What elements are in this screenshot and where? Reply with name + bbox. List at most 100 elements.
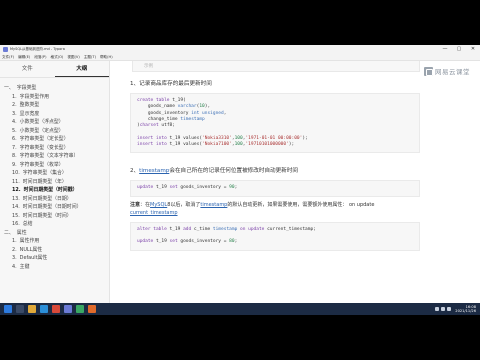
- app-icon-orange[interactable]: [88, 305, 96, 313]
- menu-file[interactable]: 文件(F): [2, 55, 14, 60]
- outline-item-number: 2.: [12, 102, 17, 108]
- outline-item-number: 11.: [12, 178, 20, 185]
- outline-item-label: 时间日期类型（日期时间）: [22, 204, 82, 210]
- menu-format[interactable]: 格式(O): [51, 55, 64, 60]
- outline-item-number: 二、: [4, 229, 14, 236]
- outline-item[interactable]: 4. 主键: [4, 263, 109, 272]
- outline-item-label: 主键: [19, 263, 30, 270]
- outline-item-label: 小数类型（浮点型）: [19, 119, 64, 125]
- outline-item-number: 10.: [12, 170, 20, 176]
- link-mysql[interactable]: MySQL: [150, 202, 167, 208]
- link-timestamp[interactable]: timestamp: [139, 168, 169, 174]
- typora-taskbar-icon[interactable]: [64, 305, 72, 313]
- outline-item[interactable]: 14. 时间日期类型（日期时间）: [4, 203, 109, 212]
- outline-item-label: 时间日期类型（时间）: [22, 212, 72, 219]
- code-block-create-table[interactable]: create table t_19( goods_name varchar(10…: [130, 93, 420, 154]
- outline-item-number: 12.: [12, 187, 21, 193]
- outline-item-label: 时间日期类型（日期）: [22, 195, 72, 202]
- editor-pane[interactable]: 示例 1、记录商品库存的最后更新时间 create table t_19( go…: [110, 61, 480, 315]
- network-icon[interactable]: [435, 307, 440, 311]
- outline-item[interactable]: 1. 字段类型作用: [4, 93, 109, 102]
- sidebar: 文件 大纲 一、 字段类型 1. 字段类型作用 2. 整数类型 3. 显示宽度 4. 小数类型（浮…: [0, 61, 110, 315]
- outline-item[interactable]: 12. 时间日期类型（时间戳）: [4, 186, 109, 195]
- logo-icon: [424, 66, 433, 76]
- outline-item-number: 一、: [4, 85, 14, 91]
- outline-item-label: 字符串类型（定长型）: [19, 136, 69, 142]
- input-method-icon[interactable]: [447, 307, 452, 311]
- outline-item-number: 7.: [12, 144, 17, 151]
- sidebar-tabs: 文件 大纲: [0, 61, 109, 78]
- start-button-icon[interactable]: [4, 305, 12, 313]
- outline-item[interactable]: 5. 小数类型（定点型）: [4, 127, 109, 136]
- outline-item-label: NULL属性: [19, 246, 43, 253]
- code-block-alter-table[interactable]: alter table t_19 add c_time timestamp on…: [130, 221, 420, 251]
- code-block-update[interactable]: update t_19 set goods_inventory = 90;: [130, 180, 420, 197]
- code-language-tag[interactable]: 示例: [144, 63, 153, 69]
- window-controls: — ▢ ✕: [438, 45, 480, 54]
- browser-icon[interactable]: [40, 305, 48, 313]
- outline-item[interactable]: 4. 小数类型（浮点型）: [4, 118, 109, 127]
- tab-outline[interactable]: 大纲: [54, 61, 109, 77]
- outline-item[interactable]: 3. 显示宽度: [4, 110, 109, 119]
- outline-list: 一、 字段类型 1. 字段类型作用 2. 整数类型 3. 显示宽度 4. 小数类型（浮点型） 5. 小…: [0, 78, 109, 271]
- window-body: 文件 大纲 一、 字段类型 1. 字段类型作用 2. 整数类型 3. 显示宽度 4. 小数类型（浮…: [0, 61, 480, 315]
- outline-item-number: 4.: [12, 119, 17, 125]
- outline-item[interactable]: 2. NULL属性: [4, 246, 109, 255]
- typora-app-icon: [3, 47, 8, 52]
- menu-paragraph[interactable]: 段落(P): [34, 55, 46, 60]
- outline-item-number: 6.: [12, 136, 17, 142]
- outline-item[interactable]: 15. 时间日期类型（时间）: [4, 212, 109, 221]
- outline-item-number: 1.: [12, 238, 17, 244]
- outline-item[interactable]: 6. 字符串类型（定长型）: [4, 135, 109, 144]
- outline-item[interactable]: 13. 时间日期类型（日期）: [4, 195, 109, 204]
- outline-item-label: 小数类型（定点型）: [19, 127, 64, 134]
- outline-item[interactable]: 7. 字符串类型（变长型）: [4, 144, 109, 153]
- menu-edit[interactable]: 编辑(E): [18, 55, 30, 60]
- outline-item[interactable]: 3. Default属性: [4, 254, 109, 263]
- app-icon[interactable]: [52, 305, 60, 313]
- menu-help[interactable]: 帮助(H): [100, 55, 113, 60]
- outline-item[interactable]: 2. 整数类型: [4, 101, 109, 110]
- outline-item-number: 4.: [12, 263, 17, 270]
- tab-files[interactable]: 文件: [0, 61, 55, 77]
- maximize-icon[interactable]: ▢: [452, 45, 466, 54]
- folder-icon[interactable]: [28, 305, 36, 313]
- search-icon[interactable]: [16, 305, 24, 313]
- outline-item-number: 16.: [12, 221, 20, 227]
- app-icon-green[interactable]: [76, 305, 84, 313]
- menu-view[interactable]: 视图(V): [67, 55, 79, 60]
- outline-item-number: 15.: [12, 212, 20, 219]
- window-title: MySQL从基础到进阶.md - Typora: [10, 47, 65, 51]
- netease-cloud-classroom-logo: 网易云课堂: [424, 66, 470, 76]
- outline-item[interactable]: 16. 总结: [4, 220, 109, 229]
- menu-theme[interactable]: 主题(T): [84, 55, 96, 60]
- volume-icon[interactable]: [441, 307, 446, 311]
- heading-1: 1、记录商品库存的最后更新时间: [130, 81, 212, 87]
- outline-item[interactable]: 一、 字段类型: [4, 84, 109, 93]
- outline-item-label: 字符串类型（枚举）: [19, 161, 64, 168]
- outline-item[interactable]: 10. 字符串类型（集合）: [4, 169, 109, 178]
- outline-item[interactable]: 二、 属性: [4, 229, 109, 238]
- outline-item[interactable]: 8. 字符串类型（文本字符串）: [4, 152, 109, 161]
- screen: MySQL从基础到进阶.md - Typora — ▢ ✕ 文件(F) 编辑(E…: [0, 0, 480, 360]
- outline-item[interactable]: 1. 属性作用: [4, 237, 109, 246]
- typora-window: MySQL从基础到进阶.md - Typora — ▢ ✕ 文件(F) 编辑(E…: [0, 45, 480, 315]
- outline-item-number: 2.: [12, 246, 17, 253]
- system-tray: 16:08 2021/11/26: [433, 305, 480, 314]
- outline-item[interactable]: 11. 时间日期类型（年）: [4, 178, 109, 187]
- link-timestamp-note[interactable]: timestamp: [200, 202, 227, 208]
- outline-item-label: 字段类型作用: [19, 93, 50, 100]
- code-block-previous[interactable]: 示例: [132, 61, 420, 72]
- close-icon[interactable]: ✕: [466, 45, 480, 54]
- note-paragraph: 注意：在MySQL8以后，取消了timestamp的默认自动更新，如果需要使用，…: [130, 201, 375, 216]
- link-current-timestamp[interactable]: current_timestamp: [130, 210, 178, 216]
- outline-item-label: 属性: [16, 229, 27, 236]
- outline-item-label: 总结: [22, 221, 33, 227]
- heading-2: 2、timestamp会在自己所在的记录任何位置被修改时自动更新时间: [130, 168, 299, 175]
- outline-item[interactable]: 9. 字符串类型（枚举）: [4, 161, 109, 170]
- minimize-icon[interactable]: —: [438, 45, 452, 54]
- title-bar: MySQL从基础到进阶.md - Typora — ▢ ✕: [0, 45, 480, 54]
- clock[interactable]: 16:08 2021/11/26: [455, 305, 476, 314]
- outline-item-label: 字符串类型（变长型）: [19, 144, 69, 151]
- outline-item-number: 5.: [12, 127, 17, 134]
